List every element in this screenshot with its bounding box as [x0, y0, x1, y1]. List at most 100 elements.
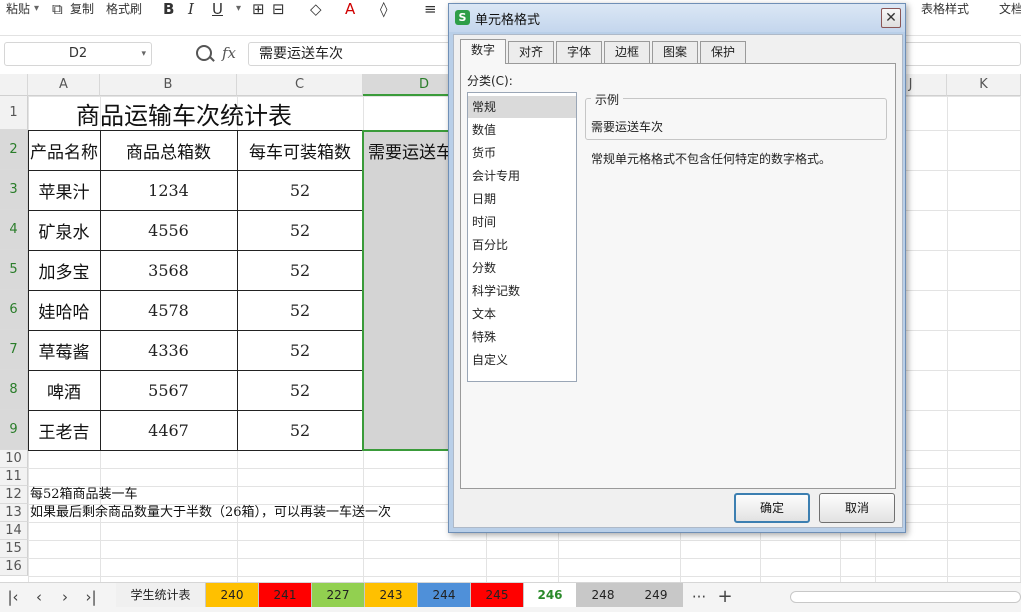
- table-cell[interactable]: 娃哈哈: [28, 290, 100, 330]
- table-cell[interactable]: 矿泉水: [28, 210, 100, 250]
- table-cell[interactable]: 52: [237, 410, 363, 450]
- dialog-tab[interactable]: 对齐: [508, 41, 554, 63]
- table-cell[interactable]: 52: [237, 330, 363, 370]
- row-header[interactable]: 5: [0, 250, 28, 290]
- row-header[interactable]: 11: [0, 468, 28, 486]
- table-cell[interactable]: 52: [237, 170, 363, 210]
- underline-icon[interactable]: U: [212, 0, 223, 18]
- table-header-cell[interactable]: 产品名称: [28, 130, 100, 170]
- row-header[interactable]: 8: [0, 370, 28, 410]
- sheet-tab[interactable]: 240: [206, 583, 259, 607]
- column-header[interactable]: C: [237, 74, 363, 96]
- category-item[interactable]: 文本: [468, 303, 576, 325]
- bold-icon[interactable]: B: [163, 0, 174, 18]
- table-cell[interactable]: 王老吉: [28, 410, 100, 450]
- sheet-tab[interactable]: 249: [630, 583, 683, 607]
- name-box-dropdown-icon[interactable]: ▾: [141, 43, 146, 65]
- category-list[interactable]: 常规 数值 货币 会计专用 日期 时间 百分比 分数 科学记数 文本 特殊 自定义: [467, 92, 577, 382]
- row-header[interactable]: 12: [0, 486, 28, 504]
- paste-button[interactable]: 粘贴: [6, 0, 30, 18]
- copy-icon[interactable]: ⧉: [52, 0, 63, 18]
- sheet-tab[interactable]: 245: [471, 583, 524, 607]
- category-item[interactable]: 分数: [468, 257, 576, 279]
- table-header-cell[interactable]: 每车可装箱数: [237, 130, 363, 170]
- last-sheet-icon[interactable]: ›|: [82, 587, 100, 607]
- paste-dropdown-icon[interactable]: ▾: [34, 0, 39, 18]
- sheet-tab[interactable]: 244: [418, 583, 471, 607]
- dialog-titlebar[interactable]: S 单元格格式 ✕: [449, 4, 905, 32]
- table-style-button[interactable]: 表格样式: [921, 0, 969, 18]
- category-item[interactable]: 会计专用: [468, 165, 576, 187]
- italic-icon[interactable]: I: [188, 0, 194, 18]
- row-header[interactable]: 10: [0, 450, 28, 468]
- table-cell[interactable]: 3568: [100, 250, 237, 290]
- sheet-tab[interactable]: 241: [259, 583, 312, 607]
- document-tools-button[interactable]: 文档: [999, 0, 1021, 18]
- borders-icon[interactable]: ⊞: [252, 0, 265, 18]
- row-header[interactable]: 15: [0, 540, 28, 558]
- table-cell[interactable]: 4336: [100, 330, 237, 370]
- column-header[interactable]: B: [100, 74, 237, 96]
- name-box[interactable]: D2 ▾: [4, 42, 152, 66]
- fill-color-icon[interactable]: ◇: [310, 0, 322, 18]
- sheet-tab[interactable]: 248: [577, 583, 630, 607]
- row-header[interactable]: 16: [0, 558, 28, 576]
- sheet-tab[interactable]: 227: [312, 583, 365, 607]
- table-header-cell[interactable]: 商品总箱数: [100, 130, 237, 170]
- table-cell[interactable]: 1234: [100, 170, 237, 210]
- category-item[interactable]: 科学记数: [468, 280, 576, 302]
- sheet-tab[interactable]: 243: [365, 583, 418, 607]
- table-cell[interactable]: 52: [237, 250, 363, 290]
- row-header[interactable]: 7: [0, 330, 28, 370]
- font-color-icon[interactable]: A: [345, 0, 355, 18]
- row-header[interactable]: 2: [0, 130, 28, 170]
- category-item[interactable]: 日期: [468, 188, 576, 210]
- dialog-tab[interactable]: 数字: [460, 39, 506, 64]
- prev-sheet-icon[interactable]: ‹: [30, 587, 48, 607]
- dialog-tab[interactable]: 字体: [556, 41, 602, 63]
- cancel-button[interactable]: 取消: [819, 493, 895, 523]
- note-line-1[interactable]: 每52箱商品装一车: [30, 487, 138, 503]
- category-item[interactable]: 货币: [468, 142, 576, 164]
- row-header[interactable]: 4: [0, 210, 28, 250]
- underline-dropdown-icon[interactable]: ▾: [236, 0, 241, 18]
- dialog-tab[interactable]: 边框: [604, 41, 650, 63]
- table-cell[interactable]: 草莓酱: [28, 330, 100, 370]
- row-header[interactable]: 13: [0, 504, 28, 522]
- row-header[interactable]: 9: [0, 410, 28, 450]
- column-header[interactable]: K: [947, 74, 1021, 96]
- clear-format-icon[interactable]: ◊: [380, 0, 387, 18]
- category-item[interactable]: 特殊: [468, 326, 576, 348]
- next-sheet-icon[interactable]: ›: [56, 587, 74, 607]
- row-header[interactable]: 1: [0, 96, 28, 130]
- table-cell[interactable]: 苹果汁: [28, 170, 100, 210]
- category-item[interactable]: 百分比: [468, 234, 576, 256]
- sheet-title[interactable]: 商品运输车次统计表: [28, 96, 363, 130]
- table-cell[interactable]: 4578: [100, 290, 237, 330]
- fx-icon[interactable]: fx: [222, 44, 236, 62]
- sheet-tab[interactable]: 246: [524, 583, 577, 607]
- note-line-2[interactable]: 如果最后剩余商品数量大于半数（26箱），可以再装一车送一次: [30, 505, 391, 521]
- first-sheet-icon[interactable]: |‹: [4, 587, 22, 607]
- zoom-icon[interactable]: [196, 45, 212, 61]
- table-cell[interactable]: 52: [237, 210, 363, 250]
- category-item[interactable]: 常规: [468, 96, 576, 118]
- dialog-tab[interactable]: 保护: [700, 41, 746, 63]
- more-sheets-icon[interactable]: ···: [690, 587, 708, 607]
- table-cell[interactable]: 5567: [100, 370, 237, 410]
- table-cell[interactable]: 啤酒: [28, 370, 100, 410]
- add-sheet-icon[interactable]: +: [716, 587, 734, 607]
- close-icon[interactable]: ✕: [881, 8, 901, 28]
- table-cell[interactable]: 加多宝: [28, 250, 100, 290]
- category-item[interactable]: 数值: [468, 119, 576, 141]
- row-header[interactable]: 14: [0, 522, 28, 540]
- sheet-tab[interactable]: 学生统计表: [116, 583, 206, 607]
- table-cell[interactable]: 52: [237, 290, 363, 330]
- ok-button[interactable]: 确定: [734, 493, 810, 523]
- dialog-tab[interactable]: 图案: [652, 41, 698, 63]
- row-header[interactable]: 6: [0, 290, 28, 330]
- table-cell[interactable]: 4556: [100, 210, 237, 250]
- category-item[interactable]: 自定义: [468, 349, 576, 371]
- column-header[interactable]: A: [28, 74, 100, 96]
- table-cell[interactable]: 52: [237, 370, 363, 410]
